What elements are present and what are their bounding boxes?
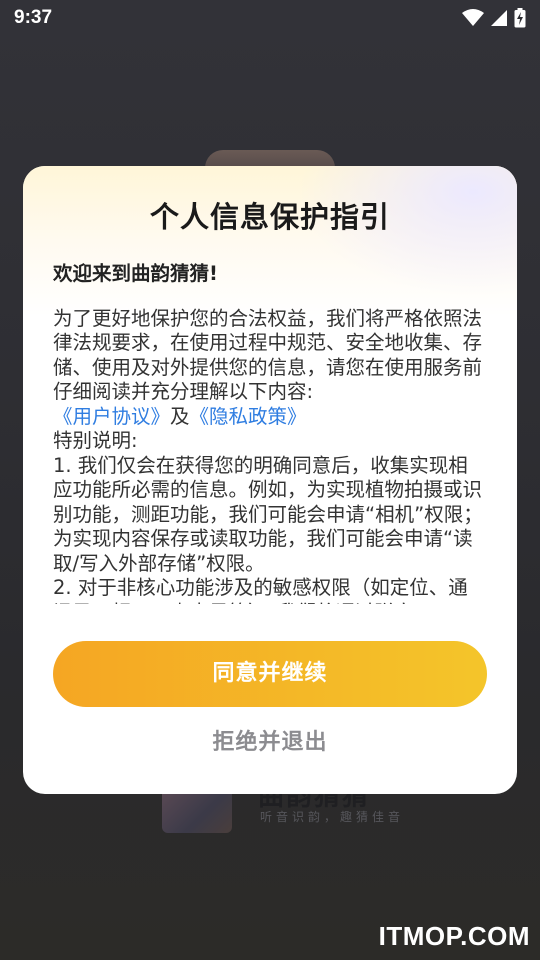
background-tagline: 听音识韵，趣猜佳音 [260, 810, 405, 824]
and-text: 及 [170, 404, 190, 428]
privacy-policy-link[interactable]: 《隐私政策》 [190, 405, 307, 428]
intro-body: 为了更好地保护您的合法权益，我们将严格依照法律法规要求，在使用过程中规范、安全地… [53, 306, 483, 404]
agree-and-continue-button[interactable]: 同意并继续 [53, 641, 487, 707]
status-time: 9:37 [14, 7, 53, 28]
site-watermark: ITMOP.COM [378, 921, 530, 951]
special-note-label: 特别说明: [53, 429, 138, 452]
status-bar: 9:37 [0, 0, 540, 36]
battery-charging-icon [514, 8, 526, 28]
privacy-text-scroll[interactable]: 欢迎来到曲韵猜猜! 为了更好地保护您的合法权益，我们将严格依照法律法规要求，在使… [53, 262, 487, 604]
note-item-1: 1. 我们仅会在获得您的明确同意后，收集实现相应功能所必需的信息。例如，为实现植… [53, 453, 483, 575]
note-item-2: 2. 对于非核心功能涉及的敏感权限（如定位、通讯录、相册、麦克风等），我们将通过… [53, 576, 468, 604]
cellular-signal-icon [491, 10, 507, 26]
refuse-and-exit-button[interactable]: 拒绝并退出 [23, 724, 517, 760]
status-icons [462, 8, 526, 28]
privacy-dialog: 个人信息保护指引 欢迎来到曲韵猜猜! 为了更好地保护您的合法权益，我们将严格依照… [23, 166, 517, 794]
dialog-title: 个人信息保护指引 [149, 200, 390, 234]
user-agreement-link[interactable]: 《用户协议》 [53, 405, 170, 428]
wifi-icon [462, 9, 484, 26]
welcome-text: 欢迎来到曲韵猜猜! [53, 262, 218, 285]
intro-text: 为了更好地保护您的合法权益，我们将严格依照法律法规要求，在使用过程中规范、安全地… [53, 307, 487, 430]
